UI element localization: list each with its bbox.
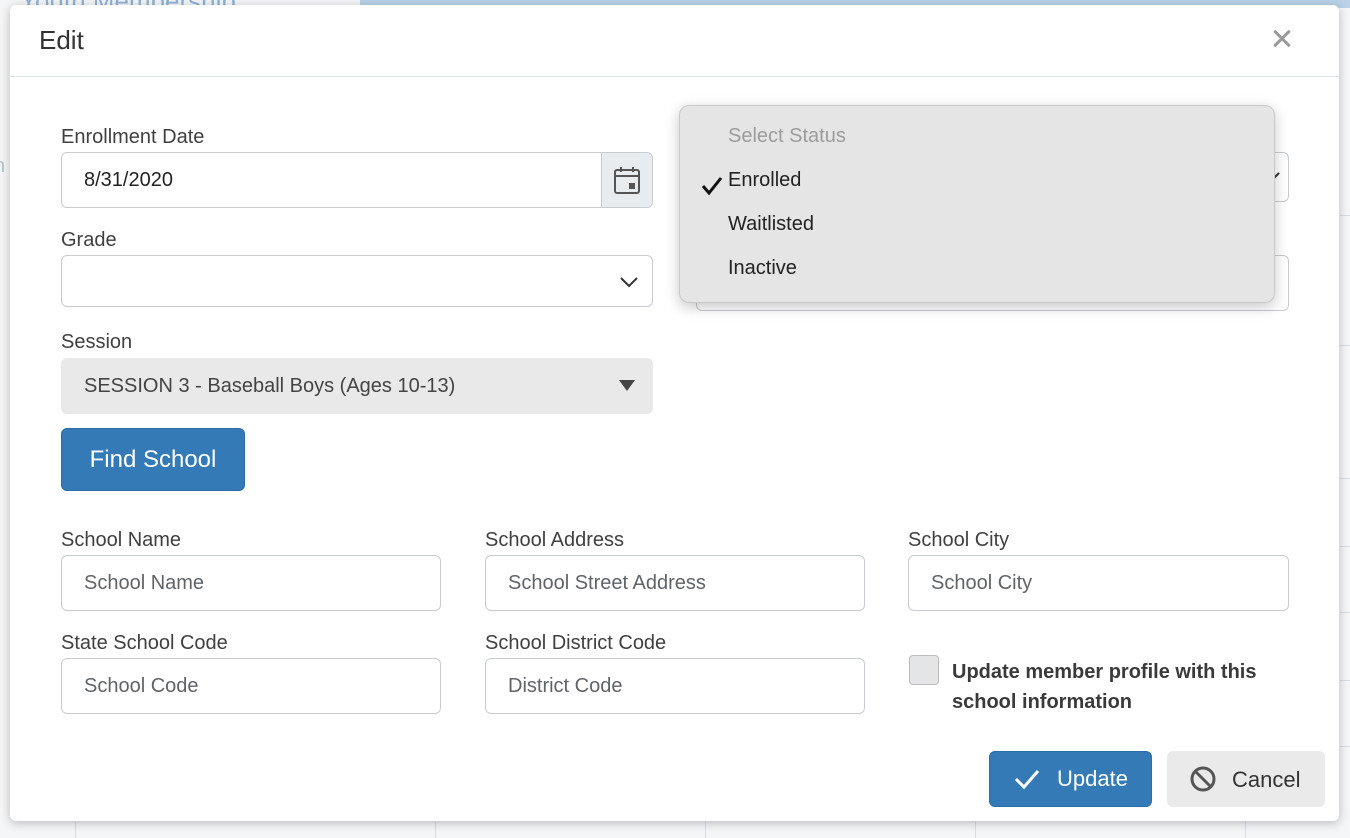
ban-icon bbox=[1190, 766, 1216, 792]
update-label: Update bbox=[1057, 766, 1128, 791]
find-school-button[interactable]: Find School bbox=[61, 428, 245, 491]
background-table-column bbox=[435, 822, 436, 838]
school-district-code-input[interactable] bbox=[485, 658, 865, 714]
enrollment-date-field[interactable]: 8/31/2020 bbox=[61, 152, 653, 208]
checkmark-icon bbox=[701, 177, 723, 196]
calendar-icon bbox=[614, 167, 640, 194]
enrollment-date-value: 8/31/2020 bbox=[84, 169, 173, 191]
update-button[interactable]: Update bbox=[989, 751, 1152, 807]
grade-label: Grade bbox=[61, 229, 117, 251]
status-option-placeholder: Select Status bbox=[728, 125, 846, 147]
modal-title: Edit bbox=[39, 25, 84, 55]
school-district-code-label: School District Code bbox=[485, 632, 667, 654]
background-table-line bbox=[1340, 680, 1350, 681]
school-address-input[interactable] bbox=[485, 555, 865, 611]
calendar-button[interactable] bbox=[601, 153, 652, 207]
cancel-button[interactable]: Cancel bbox=[1167, 751, 1325, 807]
school-name-label: School Name bbox=[61, 529, 182, 551]
session-label: Session bbox=[61, 331, 133, 353]
background-table-column bbox=[1245, 822, 1246, 838]
enrollment-date-label: Enrollment Date bbox=[61, 126, 205, 148]
status-option-inactive[interactable]: Inactive bbox=[728, 257, 797, 280]
background-table-column bbox=[975, 822, 976, 838]
chevron-down-icon bbox=[620, 277, 638, 288]
cancel-label: Cancel bbox=[1232, 767, 1301, 792]
background-table-line bbox=[1340, 546, 1350, 547]
modal-header: Edit bbox=[10, 5, 1339, 77]
background-table-line bbox=[1340, 478, 1350, 479]
state-school-code-label: State School Code bbox=[61, 632, 228, 654]
background-table-line bbox=[1340, 612, 1350, 613]
school-name-input[interactable] bbox=[61, 555, 441, 611]
background-table-line bbox=[1340, 345, 1350, 346]
school-address-label: School Address bbox=[485, 529, 624, 551]
school-city-label: School City bbox=[908, 529, 1010, 551]
background-table-column bbox=[75, 822, 76, 838]
background-table-line bbox=[1340, 746, 1350, 747]
session-select[interactable]: SESSION 3 - Baseball Boys (Ages 10-13) bbox=[61, 358, 653, 414]
status-option-enrolled[interactable]: Enrolled bbox=[728, 169, 801, 192]
update-profile-checkbox[interactable] bbox=[909, 655, 939, 685]
background-table-column bbox=[705, 822, 706, 838]
session-value: SESSION 3 - Baseball Boys (Ages 10-13) bbox=[84, 375, 456, 397]
state-school-code-input[interactable] bbox=[61, 658, 441, 714]
background-edge-fragment: n bbox=[0, 155, 5, 178]
caret-down-icon bbox=[619, 380, 635, 391]
close-icon[interactable] bbox=[1267, 23, 1297, 53]
status-option-waitlisted[interactable]: Waitlisted bbox=[728, 213, 814, 236]
checkmark-icon bbox=[1014, 770, 1040, 790]
find-school-label: Find School bbox=[89, 445, 217, 473]
edit-modal: Edit Enrollment Date 8/31/2020 Grade Ses… bbox=[10, 5, 1339, 821]
update-profile-label: Update member profile with this school i… bbox=[952, 661, 1257, 713]
status-dropdown-menu: Select Status Enrolled Waitlisted Inacti… bbox=[679, 105, 1275, 303]
background-table-line bbox=[1340, 215, 1350, 216]
grade-select[interactable] bbox=[61, 255, 653, 307]
school-city-input[interactable] bbox=[908, 555, 1289, 611]
